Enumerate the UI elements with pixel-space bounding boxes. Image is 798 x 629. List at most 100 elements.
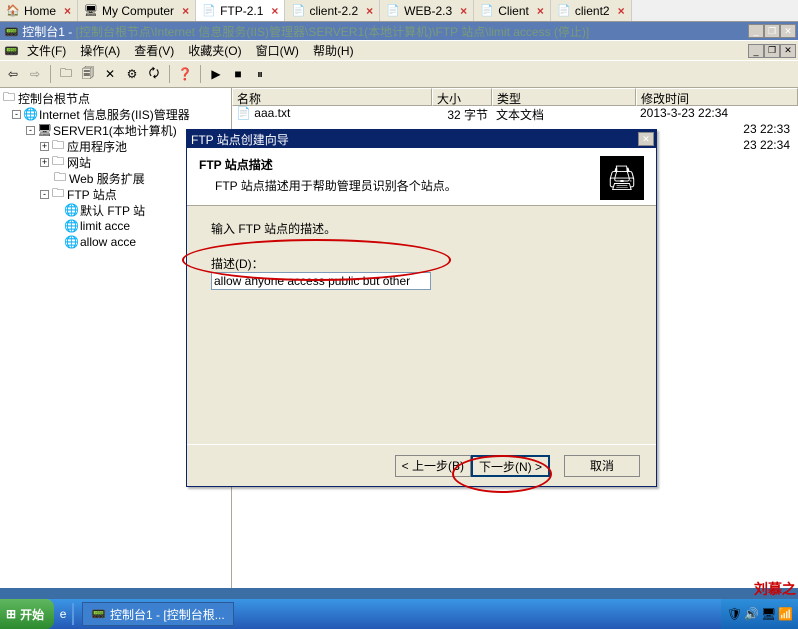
vm-tab-client22[interactable]: 📄client-2.2×: [285, 0, 380, 21]
vm-icon: 📄: [291, 4, 305, 18]
tray-icon[interactable]: 🛡: [727, 607, 741, 621]
app-titlebar: 📟 控制台1 - [控制台根节点\Internet 信息服务(IIS)管理器\S…: [0, 22, 798, 40]
close-icon[interactable]: ×: [618, 4, 625, 18]
close-icon[interactable]: ×: [537, 4, 544, 18]
close-icon[interactable]: ×: [64, 4, 71, 18]
tree-ftp[interactable]: FTP 站点: [67, 186, 117, 203]
tree-server[interactable]: SERVER1(本地计算机): [53, 122, 177, 139]
mdi-minimize-button[interactable]: _: [748, 44, 764, 58]
help-button[interactable]: ❓: [176, 65, 194, 83]
col-name[interactable]: 名称: [232, 88, 432, 106]
vm-tab-home[interactable]: 🏠Home×: [0, 0, 78, 21]
iis-icon: 🌐: [23, 107, 37, 121]
menu-favorites[interactable]: 收藏夹(O): [182, 41, 247, 60]
wizard-title: FTP 站点创建向导: [191, 131, 289, 148]
extra-time-1: 23 22:33: [743, 122, 790, 136]
ftp-site-wizard: FTP 站点创建向导 ✕ FTP 站点描述 FTP 站点描述用于帮助管理员识别各…: [186, 129, 657, 487]
vm-icon: 📄: [202, 4, 216, 18]
tree-ftp-default[interactable]: 默认 FTP 站: [80, 202, 145, 219]
vm-icon: 📄: [480, 4, 494, 18]
col-type[interactable]: 类型: [492, 88, 636, 106]
vm-tab-web23[interactable]: 📄WEB-2.3×: [380, 0, 474, 21]
tree-root[interactable]: 控制台根节点: [18, 90, 90, 107]
close-icon[interactable]: ×: [271, 4, 278, 18]
taskbar: ⊞ 开始 e 📟控制台1 - [控制台根... 🛡 🔊 🖥 📶: [0, 599, 798, 629]
windows-icon: ⊞: [6, 607, 16, 621]
wizard-header: FTP 站点描述 FTP 站点描述用于帮助管理员识别各个站点。 🖨: [187, 148, 656, 206]
mmc-icon: 📟: [4, 25, 19, 39]
back-button[interactable]: ⇦: [4, 65, 22, 83]
start-label: 开始: [20, 606, 44, 623]
tree-ftp-allow[interactable]: allow acce: [80, 235, 136, 249]
up-button[interactable]: 🗀: [57, 65, 75, 83]
tree-iis[interactable]: Internet 信息服务(IIS)管理器: [39, 106, 190, 123]
expand-icon[interactable]: +: [40, 142, 49, 151]
close-button[interactable]: ✕: [780, 24, 796, 38]
play-button[interactable]: ▶: [207, 65, 225, 83]
refresh-button[interactable]: 🗘: [145, 65, 163, 83]
ftp-site-icon: 🌐: [64, 235, 78, 249]
settings-button[interactable]: ⚙: [123, 65, 141, 83]
menu-file[interactable]: 文件(F): [21, 41, 72, 60]
mdi-restore-button[interactable]: ❐: [764, 44, 780, 58]
system-tray[interactable]: 🛡 🔊 🖥 📶: [721, 599, 798, 629]
taskbar-app-button[interactable]: 📟控制台1 - [控制台根...: [82, 602, 234, 626]
tab-label: My Computer: [102, 4, 174, 18]
forward-button[interactable]: ⇨: [26, 65, 44, 83]
menu-view[interactable]: 查看(V): [128, 41, 180, 60]
restore-button[interactable]: ❐: [764, 24, 780, 38]
vm-icon: 📄: [557, 4, 571, 18]
wizard-prompt: 输入 FTP 站点的描述。: [211, 220, 632, 237]
close-icon[interactable]: ×: [460, 4, 467, 18]
menu-action[interactable]: 操作(A): [74, 41, 126, 60]
collapse-icon[interactable]: -: [12, 110, 21, 119]
expand-icon[interactable]: +: [40, 158, 49, 167]
menu-help[interactable]: 帮助(H): [307, 41, 360, 60]
col-modified[interactable]: 修改时间: [636, 88, 798, 106]
wizard-titlebar[interactable]: FTP 站点创建向导 ✕: [187, 130, 656, 148]
vm-tab-mycomputer[interactable]: 🖥 My Computer ×: [78, 0, 196, 21]
cell-size: 32 字节: [432, 106, 492, 122]
stop-button[interactable]: ■: [229, 65, 247, 83]
wizard-subheading: FTP 站点描述用于帮助管理员识别各个站点。: [199, 177, 457, 194]
tree-ftp-limit[interactable]: limit acce: [80, 219, 130, 233]
ftp-site-icon: 🌐: [64, 203, 78, 217]
tray-icon[interactable]: 🖥: [761, 607, 775, 621]
tree-web[interactable]: 网站: [67, 154, 91, 171]
vm-tab-ftp21[interactable]: 📄FTP-2.1×: [196, 0, 285, 21]
vm-tab-client2[interactable]: 📄 client2 ×: [551, 0, 632, 21]
cell-name: aaa.txt: [254, 106, 290, 120]
start-button[interactable]: ⊞ 开始: [0, 599, 54, 629]
menu-window[interactable]: 窗口(W): [250, 41, 305, 60]
delete-button[interactable]: ✕: [101, 65, 119, 83]
tray-icon[interactable]: 🔊: [744, 607, 758, 621]
cell-modified: 2013-3-23 22:34: [636, 106, 732, 122]
collapse-icon[interactable]: -: [40, 190, 49, 199]
pause-button[interactable]: ⏸: [251, 65, 269, 83]
list-row[interactable]: 📄 aaa.txt 32 字节 文本文档 2013-3-23 22:34: [232, 106, 798, 122]
cell-type: 文本文档: [492, 106, 636, 122]
back-button[interactable]: < 上一步(B): [395, 455, 471, 477]
tree-webext[interactable]: Web 服务扩展: [69, 170, 145, 187]
properties-button[interactable]: 🗐: [79, 65, 97, 83]
cancel-button[interactable]: 取消: [564, 455, 640, 477]
folder-icon: 🗀: [2, 88, 16, 109]
mdi-close-button[interactable]: ✕: [780, 44, 796, 58]
tab-label: client2: [575, 4, 610, 18]
close-icon[interactable]: ×: [182, 4, 189, 18]
vm-tab-client[interactable]: 📄Client×: [474, 0, 551, 21]
description-input[interactable]: [211, 272, 431, 290]
server-icon: 🖥: [37, 123, 51, 137]
computer-icon: 🖥: [84, 4, 98, 18]
tray-icon[interactable]: 📶: [778, 607, 792, 621]
tree-apppool[interactable]: 应用程序池: [67, 138, 127, 155]
close-icon[interactable]: ×: [366, 4, 373, 18]
col-size[interactable]: 大小: [432, 88, 492, 106]
mmc-icon: 📟: [91, 607, 106, 621]
minimize-button[interactable]: _: [748, 24, 764, 38]
next-button[interactable]: 下一步(N) >: [471, 455, 550, 477]
menu-bar: 📟 文件(F) 操作(A) 查看(V) 收藏夹(O) 窗口(W) 帮助(H) _…: [0, 40, 798, 60]
collapse-icon[interactable]: -: [26, 126, 35, 135]
quicklaunch-ie-icon[interactable]: e: [54, 607, 72, 621]
wizard-close-button[interactable]: ✕: [638, 132, 654, 146]
